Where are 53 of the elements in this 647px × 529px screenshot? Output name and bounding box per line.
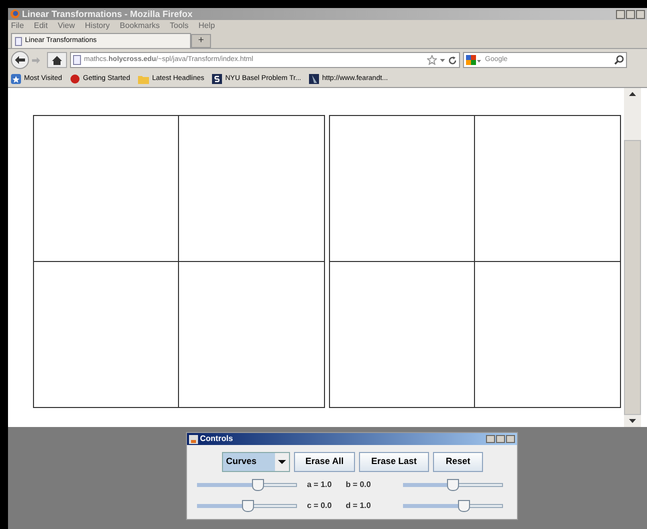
search-engine-icon[interactable] (466, 54, 482, 66)
menu-item[interactable]: Help (198, 22, 215, 30)
action-button[interactable]: Erase All (294, 452, 355, 472)
site-icon (309, 74, 320, 84)
reload-icon[interactable] (448, 56, 457, 64)
back-button[interactable] (11, 51, 29, 69)
mode-dropdown[interactable]: Curves (222, 452, 290, 472)
value-label: b = 0.0 (346, 479, 371, 491)
menu-item[interactable]: History (84, 22, 110, 30)
menu-item[interactable]: File (11, 22, 24, 30)
slider-thumb[interactable] (252, 479, 264, 491)
menu-item[interactable]: Bookmarks (120, 22, 160, 30)
slider[interactable] (403, 500, 503, 512)
plot-panel[interactable] (33, 115, 325, 408)
new-tab-button[interactable]: + (191, 34, 211, 48)
close-button[interactable] (636, 10, 645, 18)
slider[interactable] (403, 479, 503, 491)
dropdown-caret-icon[interactable] (440, 58, 445, 62)
menu-item[interactable]: Tools (170, 22, 188, 30)
menu-item[interactable]: Edit (34, 22, 48, 30)
value-label: d = 1.0 (346, 500, 371, 512)
scroll-thumb[interactable] (624, 140, 641, 415)
folder-icon (138, 74, 150, 84)
slider-thumb[interactable] (458, 500, 470, 512)
plot-panel[interactable] (329, 115, 621, 408)
browser-logo-icon (10, 9, 20, 19)
minimize-button[interactable] (486, 435, 495, 443)
maximize-button[interactable] (626, 10, 635, 18)
slider[interactable] (197, 479, 297, 491)
action-button[interactable]: Erase Last (359, 452, 429, 472)
menu-item[interactable]: View (58, 22, 75, 30)
dropdown-caret-icon (275, 453, 289, 471)
close-button[interactable] (506, 435, 515, 443)
slider-thumb[interactable] (242, 500, 254, 512)
action-button[interactable]: Reset (433, 452, 483, 472)
dialog-title: Controls (200, 435, 233, 443)
value-label: c = 0.0 (307, 500, 332, 512)
value-label: a = 1.0 (307, 479, 332, 491)
scrollbar[interactable] (624, 88, 641, 427)
maximize-button[interactable] (496, 435, 505, 443)
home-button[interactable] (47, 52, 67, 68)
home-icon (52, 56, 62, 64)
s-logo-icon (212, 74, 222, 84)
minimize-button[interactable] (616, 10, 625, 18)
page-icon (73, 55, 81, 65)
window-title: Linear Transformations - Mozilla Firefox (22, 10, 193, 18)
star-icon[interactable] (427, 55, 437, 65)
search-icon[interactable] (614, 55, 624, 65)
slider-thumb[interactable] (447, 479, 459, 491)
page-icon (15, 36, 22, 46)
star-icon (11, 74, 21, 84)
slider[interactable] (197, 500, 297, 512)
back-arrow-icon (15, 56, 25, 64)
